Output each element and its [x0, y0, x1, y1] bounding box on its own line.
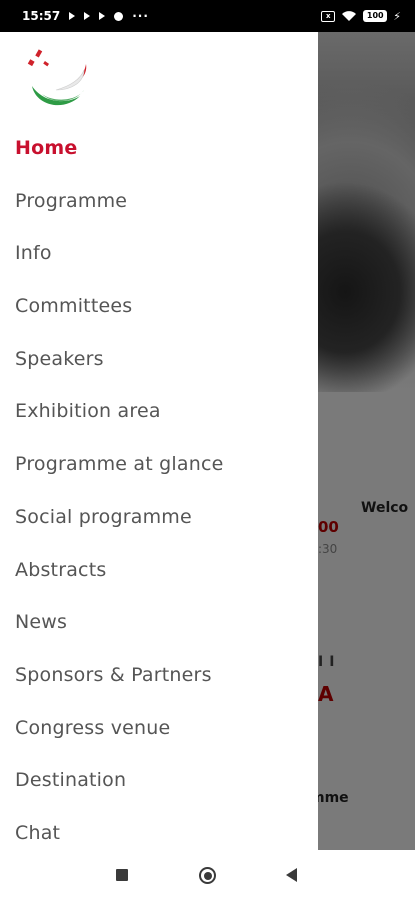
- menu-item-programme-at-glance[interactable]: Programme at glance: [0, 438, 318, 491]
- play-icon: [99, 12, 106, 20]
- menu-item-congress-venue[interactable]: Congress venue: [0, 702, 318, 755]
- charging-icon: ⚡: [393, 9, 401, 23]
- event-time-secondary: :30: [318, 542, 338, 556]
- partner-logo-letter: A: [318, 682, 334, 706]
- settings-icon: [114, 11, 124, 21]
- menu-item-programme[interactable]: Programme: [0, 175, 318, 228]
- menu-item-social-programme[interactable]: Social programme: [0, 491, 318, 544]
- play-icon: [84, 12, 91, 20]
- system-navigation-bar: [0, 850, 415, 900]
- recents-square-icon[interactable]: [116, 869, 128, 881]
- event-time: 00: [318, 518, 339, 536]
- partner-logo-fragment: II: [318, 654, 341, 670]
- menu-item-home[interactable]: Home: [0, 122, 318, 175]
- battery-icon: 100: [363, 10, 388, 22]
- menu-item-abstracts[interactable]: Abstracts: [0, 544, 318, 597]
- menu-item-news[interactable]: News: [0, 596, 318, 649]
- menu-item-committees[interactable]: Committees: [0, 280, 318, 333]
- status-time: 15:57: [22, 9, 61, 23]
- home-circle-icon[interactable]: [199, 867, 216, 884]
- more-notifications-icon: ···: [132, 9, 149, 23]
- navigation-drawer: Home Programme Info Committees Speakers …: [0, 32, 318, 850]
- menu-item-destination[interactable]: Destination: [0, 754, 318, 807]
- wifi-icon: [342, 11, 357, 21]
- welcome-text: Welco: [361, 500, 409, 516]
- sim-icon: x: [321, 10, 336, 22]
- drawer-menu: Home Programme Info Committees Speakers …: [0, 122, 318, 860]
- menu-item-exhibition-area[interactable]: Exhibition area: [0, 385, 318, 438]
- menu-item-info[interactable]: Info: [0, 227, 318, 280]
- play-icon: [69, 12, 76, 20]
- menu-item-sponsors-partners[interactable]: Sponsors & Partners: [0, 649, 318, 702]
- status-bar: 15:57 ··· x 100 ⚡: [0, 0, 415, 32]
- menu-item-speakers[interactable]: Speakers: [0, 333, 318, 386]
- congress-logo: [27, 49, 87, 106]
- back-triangle-icon[interactable]: [286, 868, 297, 882]
